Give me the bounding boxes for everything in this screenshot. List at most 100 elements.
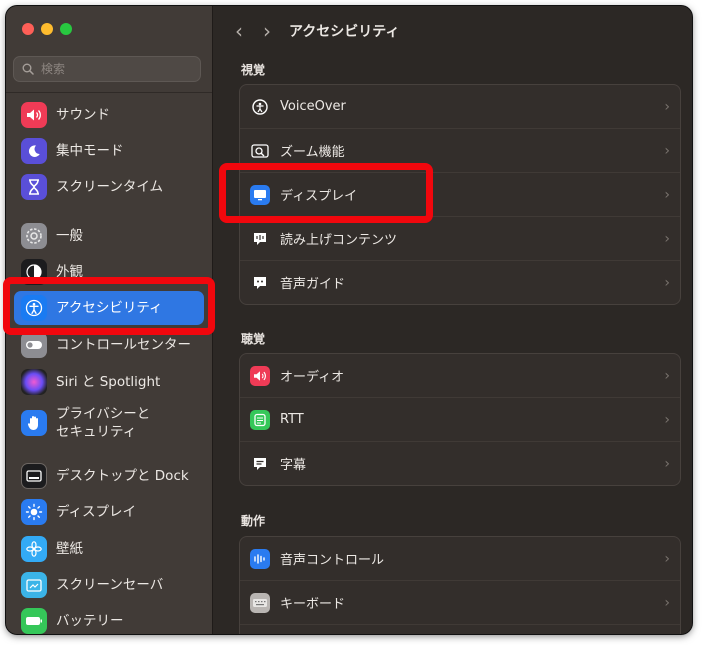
appearance-icon	[21, 259, 47, 285]
page-title: アクセシビリティ	[289, 24, 400, 40]
chevron-right-icon: ›	[664, 455, 670, 472]
chevron-right-icon: ›	[664, 367, 670, 384]
toolbar: ‹ › アクセシビリティ	[213, 6, 692, 56]
sidebar-item-label: バッテリー	[56, 613, 124, 629]
chevron-right-icon: ›	[664, 411, 670, 428]
voice-control-icon	[250, 548, 270, 569]
voiceover-icon	[250, 97, 270, 117]
group-motor: 音声コントロール › キーボード ›	[239, 536, 681, 634]
keyboard-icon	[250, 592, 270, 613]
row-label: ディスプレイ	[280, 189, 358, 204]
section-label-hearing: 聴覚	[241, 332, 266, 346]
row-label: ズーム機能	[280, 145, 345, 160]
row-label: キーボード	[280, 597, 346, 612]
settings-window: サウンド 集中モード スクリーンタイム 一般	[6, 6, 692, 634]
row-label: RTT	[280, 412, 304, 427]
sidebar-item-siri-spotlight[interactable]: Siri と Spotlight	[14, 365, 204, 399]
row-label: オーディオ	[280, 370, 345, 385]
chevron-right-icon: ›	[664, 98, 670, 115]
accessibility-icon	[21, 295, 47, 321]
group-hearing: オーディオ › RTT › 字幕 ›	[239, 353, 681, 486]
chevron-right-icon: ›	[664, 274, 670, 291]
speaker-icon	[250, 365, 270, 386]
sidebar-item-desktop-dock[interactable]: デスクトップと Dock	[14, 459, 204, 493]
sidebar-item-focus[interactable]: 集中モード	[14, 134, 204, 168]
row-keyboard[interactable]: キーボード ›	[240, 581, 680, 625]
sidebar-item-general[interactable]: 一般	[14, 219, 204, 253]
chevron-right-icon: ›	[664, 186, 670, 203]
sidebar-item-label: デスクトップと Dock	[56, 468, 189, 484]
search-field[interactable]	[13, 56, 201, 82]
sidebar-item-label: 壁紙	[56, 541, 83, 557]
row-audio[interactable]: オーディオ ›	[240, 354, 680, 398]
sidebar-item-screen-time[interactable]: スクリーンタイム	[14, 170, 204, 204]
sidebar-item-control-center[interactable]: コントロールセンター	[14, 328, 204, 362]
row-label: VoiceOver	[280, 99, 346, 114]
sidebar-item-label: 一般	[56, 228, 83, 244]
section-label-motor: 動作	[241, 514, 266, 528]
sidebar-item-label: 集中モード	[56, 143, 124, 159]
sidebar-item-displays[interactable]: ディスプレイ	[14, 495, 204, 529]
search-input[interactable]	[39, 61, 193, 77]
sun-icon	[21, 499, 47, 525]
speech-bubble-icon	[250, 229, 270, 249]
chevron-right-icon: ›	[664, 142, 670, 159]
display-icon	[250, 184, 270, 205]
hourglass-icon	[21, 174, 47, 200]
speaker-icon	[21, 102, 47, 128]
section-label-vision: 視覚	[241, 63, 266, 77]
row-voice-control[interactable]: 音声コントロール ›	[240, 537, 680, 581]
row-label: 読み上げコンテンツ	[280, 233, 398, 248]
sidebar-item-screen-saver[interactable]: スクリーンセーバ	[14, 568, 204, 602]
sidebar-item-wallpaper[interactable]: 壁紙	[14, 532, 204, 566]
row-rtt[interactable]: RTT ›	[240, 398, 680, 442]
flower-icon	[21, 536, 47, 562]
sidebar-item-label: アクセシビリティ	[56, 300, 163, 316]
group-vision: VoiceOver › ズーム機能 › ディスプレイ › 読み上げコンテンツ ›…	[239, 84, 681, 305]
sidebar-item-battery[interactable]: バッテリー	[14, 604, 204, 634]
sidebar-item-label: 外観	[56, 264, 83, 280]
dock-icon	[21, 463, 47, 489]
chevron-right-icon: ›	[664, 230, 670, 247]
gear-icon	[21, 223, 47, 249]
chevron-right-icon: ›	[664, 550, 670, 567]
chevron-right-icon: ›	[664, 594, 670, 611]
close-button[interactable]	[22, 23, 34, 35]
sidebar-list[interactable]: サウンド 集中モード スクリーンタイム 一般 外観 アクセシビリティ コントロー…	[6, 92, 212, 634]
sidebar-item-sound[interactable]: サウンド	[14, 98, 204, 132]
search-icon	[22, 63, 34, 75]
minimize-button[interactable]	[41, 23, 53, 35]
sidebar: サウンド 集中モード スクリーンタイム 一般	[6, 6, 213, 634]
row-partial[interactable]	[240, 625, 680, 634]
row-label: 字幕	[280, 458, 307, 473]
sidebar-item-label: コントロールセンター	[56, 337, 191, 353]
chevron-right-icon[interactable]: ›	[253, 19, 281, 43]
row-captions[interactable]: 字幕 ›	[240, 442, 680, 485]
chevron-left-icon[interactable]: ‹	[225, 19, 253, 43]
row-voiceover[interactable]: VoiceOver ›	[240, 85, 680, 129]
sidebar-item-label: スクリーンタイム	[56, 179, 164, 195]
sidebar-item-label: ディスプレイ	[56, 504, 137, 520]
moon-icon	[21, 138, 47, 164]
sidebar-item-accessibility[interactable]: アクセシビリティ	[14, 291, 204, 325]
sidebar-item-appearance[interactable]: 外観	[14, 255, 204, 289]
toggle-icon	[21, 332, 47, 358]
row-label: 音声ガイド	[280, 277, 346, 292]
hand-icon	[21, 410, 47, 436]
sidebar-item-privacy-security[interactable]: プライバシーと セキュリティ	[14, 401, 204, 445]
sidebar-item-label: セキュリティ	[56, 424, 137, 440]
rtt-icon	[250, 409, 270, 430]
row-zoom[interactable]: ズーム機能 ›	[240, 129, 680, 173]
captions-icon	[250, 454, 270, 474]
row-audio-description[interactable]: 音声ガイド ›	[240, 261, 680, 304]
sidebar-item-label: スクリーンセーバ	[56, 577, 164, 593]
row-label: 音声コントロール	[280, 553, 385, 568]
zoom-button[interactable]	[60, 23, 72, 35]
sidebar-item-label: Siri と Spotlight	[56, 374, 161, 390]
main-pane: ‹ › アクセシビリティ 視覚 VoiceOver › ズーム機能 › ディスプ…	[213, 6, 692, 634]
row-display[interactable]: ディスプレイ ›	[240, 173, 680, 217]
battery-icon	[21, 608, 47, 634]
row-spoken-content[interactable]: 読み上げコンテンツ ›	[240, 217, 680, 261]
traffic-lights	[22, 23, 72, 35]
sidebar-item-label: サウンド	[56, 107, 110, 123]
